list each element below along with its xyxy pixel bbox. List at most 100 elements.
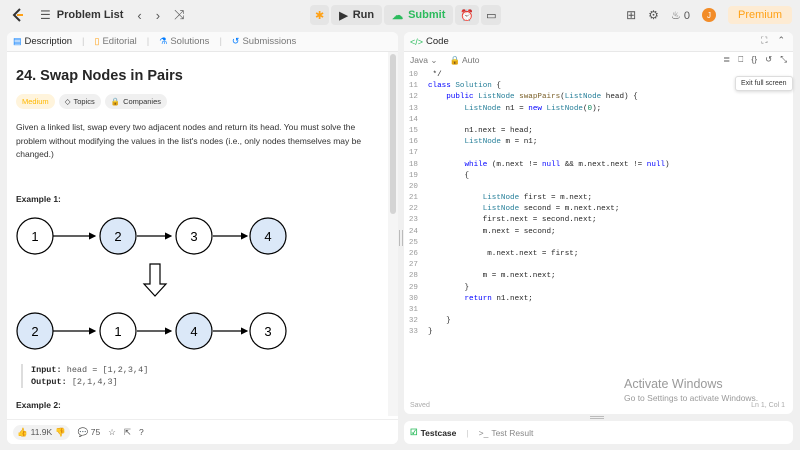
- bookmark-icon[interactable]: ⎕: [738, 54, 743, 65]
- next-problem-icon[interactable]: ›: [156, 8, 160, 23]
- language-select[interactable]: Java ⌄: [410, 55, 437, 66]
- code-line[interactable]: 17: [404, 148, 793, 159]
- debug-button[interactable]: ✱: [310, 5, 330, 25]
- code-line[interactable]: 14: [404, 115, 793, 126]
- code-line[interactable]: 23 first.next = second.next;: [404, 215, 793, 226]
- companies-button[interactable]: 🔒 Companies: [104, 94, 168, 109]
- share-icon[interactable]: ⇱: [124, 427, 131, 438]
- code-line[interactable]: 12 public ListNode swapPairs(ListNode he…: [404, 92, 793, 103]
- alarm-icon: ⏰: [460, 9, 475, 22]
- code-line[interactable]: 32 }: [404, 316, 793, 327]
- tab-testcase[interactable]: ☑ Testcase: [410, 427, 456, 438]
- node-value: 1: [31, 229, 38, 244]
- checkbox-icon: ☑: [410, 427, 418, 437]
- code-line[interactable]: 25: [404, 238, 793, 249]
- chevron-down-icon: ⌄: [430, 54, 438, 65]
- star-icon[interactable]: ☆: [108, 427, 116, 438]
- play-icon: ▶: [339, 9, 348, 22]
- code-line[interactable]: 26 m.next.next = first;: [404, 249, 793, 260]
- code-line[interactable]: 21 ListNode first = m.next;: [404, 193, 793, 204]
- history-icon: ↺: [231, 36, 240, 46]
- code-line[interactable]: 13 ListNode n1 = new ListNode(0);: [404, 104, 793, 115]
- code-text: }: [428, 328, 433, 337]
- avatar[interactable]: J: [701, 8, 716, 22]
- tab-divider: |: [219, 36, 222, 47]
- code-line[interactable]: 24 m.next = second;: [404, 227, 793, 238]
- reset-icon[interactable]: ↺: [765, 54, 772, 65]
- tag-icon: ◇: [64, 97, 71, 106]
- tab-divider: |: [466, 427, 469, 438]
- tab-label: Test Result: [491, 427, 534, 438]
- thumbs-down-icon[interactable]: 👎: [55, 427, 66, 438]
- shuffle-icon[interactable]: ⤨: [174, 7, 184, 23]
- maximize-icon[interactable]: ⛶: [761, 35, 767, 46]
- input-value: head = [1,2,3,4]: [66, 365, 149, 375]
- code-line[interactable]: 22 ListNode second = m.next.next;: [404, 204, 793, 215]
- code-text: }: [428, 283, 470, 292]
- code-editor[interactable]: 10 */11 class Solution {12 public ListNod…: [404, 70, 793, 339]
- vertical-resize-handle[interactable]: [399, 230, 403, 246]
- description-tabs: ▤ Description | ▯ Editorial | ⚗ Solutions |…: [7, 32, 398, 52]
- prev-problem-icon[interactable]: ‹: [137, 8, 141, 23]
- notes-button[interactable]: ▭: [481, 5, 502, 25]
- exit-fullscreen-icon[interactable]: ⤡: [780, 54, 787, 65]
- problem-statement: Given a linked list, swap every two adja…: [16, 122, 362, 159]
- code-line[interactable]: 31: [404, 305, 793, 316]
- horizontal-resize-handle[interactable]: [590, 416, 604, 419]
- code-line[interactable]: 18 while (m.next != null && m.next.next …: [404, 160, 793, 171]
- submit-button[interactable]: ☁ Submit: [384, 5, 454, 25]
- run-button[interactable]: ▶ Run: [331, 5, 383, 25]
- code-line[interactable]: 19 {: [404, 171, 793, 182]
- tab-solutions[interactable]: ⚗ Solutions: [159, 36, 209, 47]
- format-icon[interactable]: ≣: [723, 54, 730, 65]
- collapse-icon[interactable]: ⌃: [777, 35, 785, 46]
- line-number: 31: [408, 305, 418, 314]
- line-number: 11: [408, 82, 418, 91]
- difficulty-badge[interactable]: Medium: [16, 94, 55, 109]
- code-line[interactable]: 15 n1.next = head;: [404, 126, 793, 137]
- code-line[interactable]: 16 ListNode m = n1;: [404, 137, 793, 148]
- code-line[interactable]: 28 m = m.next.next;: [404, 271, 793, 282]
- editor-toolbar: Java ⌄ 🔒 Auto ≣ ⎕ {} ↺ ⤡: [404, 52, 793, 68]
- leetcode-logo-icon[interactable]: [10, 7, 26, 23]
- top-list: 1 2 3 4: [16, 217, 287, 255]
- help-icon[interactable]: ?: [139, 427, 144, 437]
- tab-description[interactable]: ▤ Description: [13, 36, 72, 47]
- braces-icon[interactable]: {}: [751, 54, 757, 65]
- list-icon[interactable]: ☰: [40, 8, 51, 22]
- streak-counter[interactable]: ♨ 0: [671, 9, 690, 22]
- code-text: while (m.next != null && m.next.next != …: [464, 160, 670, 169]
- code-header: </> Code ⛶ ⌃: [404, 32, 793, 52]
- layout-icon[interactable]: ⊞: [626, 8, 636, 22]
- example-2-heading: Example 2:: [16, 400, 61, 410]
- line-number: 21: [408, 194, 418, 203]
- lock-icon: 🔒: [110, 97, 121, 106]
- gear-icon[interactable]: ⚙: [648, 8, 659, 22]
- problem-list-link[interactable]: Problem List: [57, 9, 124, 21]
- line-number: 29: [408, 283, 418, 292]
- tab-test-result[interactable]: >_ Test Result: [479, 428, 534, 438]
- line-number: 23: [408, 216, 418, 225]
- bottom-list: 2 1 4 3: [16, 312, 287, 350]
- line-number: 19: [408, 171, 418, 180]
- code-line[interactable]: 30 return n1.next;: [404, 294, 793, 305]
- auto-mode[interactable]: 🔒 Auto: [449, 55, 479, 66]
- line-number: 24: [408, 227, 418, 236]
- code-line[interactable]: 33}: [404, 327, 793, 338]
- code-title: Code: [426, 36, 449, 47]
- code-line[interactable]: 27: [404, 260, 793, 271]
- code-line[interactable]: 29 }: [404, 283, 793, 294]
- topics-button[interactable]: ◇ Topics: [58, 94, 101, 109]
- tab-submissions[interactable]: ↺ Submissions: [232, 36, 296, 47]
- line-number: 28: [408, 272, 418, 281]
- code-text: first.next = second.next;: [428, 216, 597, 225]
- line-number: 17: [408, 149, 418, 158]
- comments-button[interactable]: 💬 75: [78, 427, 100, 438]
- code-text: ListNode m = n1;: [464, 138, 538, 147]
- thumbs-up-icon[interactable]: 👍: [17, 427, 28, 438]
- timer-button[interactable]: ⏰: [455, 5, 480, 25]
- premium-button[interactable]: Premium: [727, 6, 792, 24]
- tab-editorial[interactable]: ▯ Editorial: [95, 36, 137, 47]
- scrollbar[interactable]: [390, 54, 396, 214]
- code-line[interactable]: 20: [404, 182, 793, 193]
